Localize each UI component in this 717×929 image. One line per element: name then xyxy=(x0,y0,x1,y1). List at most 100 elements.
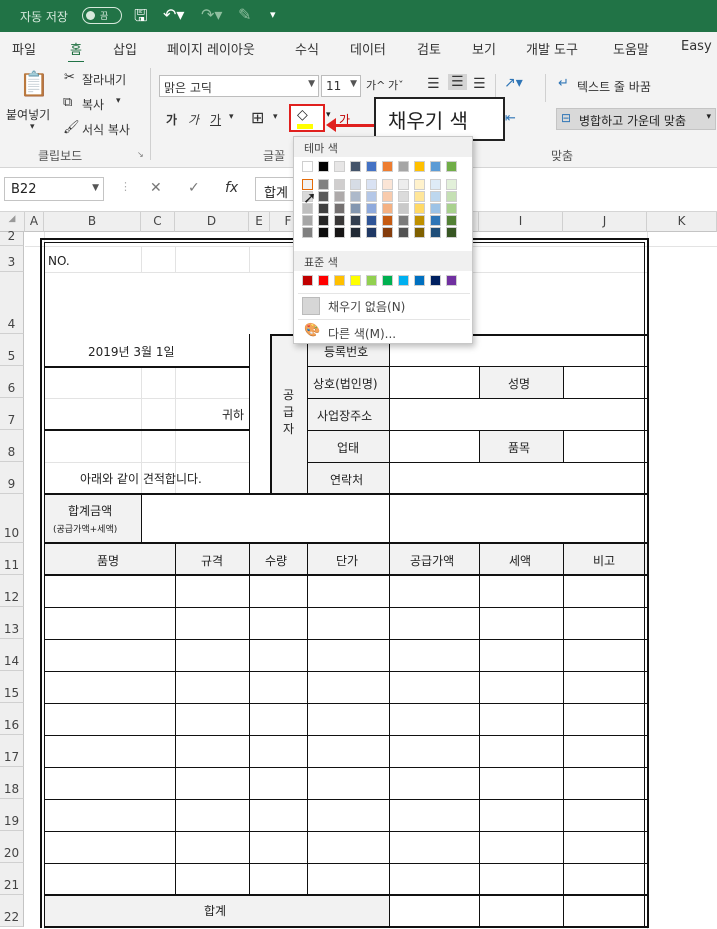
standard-color-swatch[interactable] xyxy=(302,275,313,286)
theme-color-swatch[interactable] xyxy=(334,161,345,172)
tab-home[interactable]: 홈 xyxy=(68,39,84,64)
theme-color-shade-swatch[interactable] xyxy=(414,227,425,238)
tab-easy[interactable]: Easy xyxy=(681,39,712,54)
indent-icon[interactable]: ⇤ xyxy=(505,111,516,126)
standard-color-swatch[interactable] xyxy=(398,275,409,286)
theme-color-swatch[interactable] xyxy=(398,161,409,172)
align-top-icon[interactable]: ☰ xyxy=(427,76,440,92)
theme-color-shade-swatch[interactable] xyxy=(302,227,313,238)
theme-color-shade-swatch[interactable] xyxy=(318,191,329,202)
theme-color-shade-swatch[interactable] xyxy=(334,215,345,226)
font-name-combo[interactable]: 맑은 고딕 ▼ xyxy=(159,75,319,97)
redo-icon[interactable]: ↷▾ xyxy=(201,5,222,24)
theme-color-shade-swatch[interactable] xyxy=(366,191,377,202)
no-fill-item[interactable]: 채우기 없음(N) xyxy=(298,293,470,315)
bold-button[interactable]: 가 xyxy=(166,111,177,128)
brush-icon[interactable]: ✎ xyxy=(238,5,251,24)
orientation-icon[interactable]: ↗▾ xyxy=(504,75,523,91)
copy-button[interactable]: 복사 xyxy=(82,96,104,113)
theme-color-shade-swatch[interactable] xyxy=(382,191,393,202)
col-header-b[interactable]: B xyxy=(44,212,141,232)
row-header[interactable]: 6 xyxy=(0,366,24,398)
theme-color-shade-swatch[interactable] xyxy=(430,215,441,226)
col-header-d[interactable]: D xyxy=(175,212,249,232)
theme-color-shade-swatch[interactable] xyxy=(350,191,361,202)
col-header-c[interactable]: C xyxy=(141,212,175,232)
theme-color-shade-swatch[interactable] xyxy=(366,179,377,190)
tab-insert[interactable]: 삽입 xyxy=(113,39,137,58)
theme-color-swatch[interactable] xyxy=(350,161,361,172)
align-middle-icon[interactable]: ☰ xyxy=(448,74,467,90)
format-painter-button[interactable]: 서식 복사 xyxy=(82,121,130,138)
dialog-launcher-icon[interactable]: ↘ xyxy=(137,150,144,159)
border-icon[interactable]: ⊞ xyxy=(251,108,264,127)
standard-color-swatch[interactable] xyxy=(350,275,361,286)
row-header[interactable]: 4 xyxy=(0,272,24,334)
wrap-text-button[interactable]: 텍스트 줄 바꿈 xyxy=(577,78,651,95)
more-colors-item[interactable]: 🎨 다른 색(M)... xyxy=(298,319,470,341)
theme-color-swatch[interactable] xyxy=(446,161,457,172)
customize-icon[interactable]: ▾ xyxy=(270,8,276,21)
theme-color-shade-swatch[interactable] xyxy=(318,203,329,214)
row-header[interactable]: 11 xyxy=(0,543,24,575)
theme-color-shade-swatch[interactable] xyxy=(398,191,409,202)
enter-icon[interactable]: ✓ xyxy=(188,180,200,196)
standard-color-swatch[interactable] xyxy=(414,275,425,286)
row-header[interactable]: 9 xyxy=(0,462,24,494)
tab-help[interactable]: 도움말 xyxy=(613,39,649,58)
theme-color-shade-swatch[interactable] xyxy=(430,203,441,214)
fill-color-button[interactable]: ◇ xyxy=(289,104,325,132)
date-cell[interactable]: 2019년 3월 1일 xyxy=(88,343,175,360)
theme-color-shade-swatch[interactable] xyxy=(414,215,425,226)
theme-color-shade-swatch[interactable] xyxy=(334,227,345,238)
theme-color-swatch[interactable] xyxy=(414,161,425,172)
theme-color-shade-swatch[interactable] xyxy=(334,203,345,214)
theme-color-shade-swatch[interactable] xyxy=(398,203,409,214)
underline-dropdown-icon[interactable]: ▾ xyxy=(229,112,234,122)
name-box[interactable]: B22 ▼ xyxy=(4,177,104,201)
theme-color-shade-swatch[interactable] xyxy=(398,215,409,226)
theme-color-shade-swatch[interactable] xyxy=(446,191,457,202)
cut-button[interactable]: 잘라내기 xyxy=(82,71,126,88)
row-header[interactable]: 16 xyxy=(0,703,24,735)
row-header[interactable]: 3 xyxy=(0,246,24,272)
tab-data[interactable]: 데이터 xyxy=(350,39,386,58)
cut-icon[interactable]: ✂ xyxy=(64,70,75,85)
theme-color-swatch[interactable] xyxy=(430,161,441,172)
row-header[interactable]: 15 xyxy=(0,671,24,703)
tab-developer[interactable]: 개발 도구 xyxy=(526,39,578,58)
theme-color-shade-swatch[interactable] xyxy=(446,179,457,190)
merge-center-button[interactable]: ⊟ 병합하고 가운데 맞춤 ▾ xyxy=(556,108,716,130)
theme-color-shade-swatch[interactable] xyxy=(430,179,441,190)
row-header[interactable]: 10 xyxy=(0,494,24,543)
theme-color-shade-swatch[interactable] xyxy=(446,227,457,238)
theme-color-shade-swatch[interactable] xyxy=(318,179,329,190)
theme-color-shade-swatch[interactable] xyxy=(334,191,345,202)
tab-view[interactable]: 보기 xyxy=(472,39,496,58)
standard-color-swatch[interactable] xyxy=(366,275,377,286)
theme-color-shade-swatch[interactable] xyxy=(366,215,377,226)
theme-color-shade-swatch[interactable] xyxy=(414,179,425,190)
standard-color-swatch[interactable] xyxy=(334,275,345,286)
theme-color-shade-swatch[interactable] xyxy=(382,203,393,214)
paste-button[interactable]: 붙여넣기 xyxy=(6,106,50,123)
row-header[interactable]: 12 xyxy=(0,575,24,607)
theme-color-shade-swatch[interactable] xyxy=(318,227,329,238)
theme-color-shade-swatch[interactable] xyxy=(446,215,457,226)
row-header[interactable]: 21 xyxy=(0,863,24,895)
theme-color-shade-swatch[interactable] xyxy=(398,179,409,190)
paste-icon[interactable]: 📋 xyxy=(19,70,49,98)
copy-icon[interactable]: ⧉ xyxy=(63,95,72,110)
theme-color-shade-swatch[interactable] xyxy=(414,203,425,214)
increase-font-button[interactable]: 가^ xyxy=(366,77,385,93)
underline-button[interactable]: 가 xyxy=(210,111,221,128)
theme-color-shade-swatch[interactable] xyxy=(350,203,361,214)
theme-color-shade-swatch[interactable] xyxy=(366,203,377,214)
col-header-a[interactable]: A xyxy=(25,212,44,232)
standard-color-swatch[interactable] xyxy=(382,275,393,286)
border-dropdown-icon[interactable]: ▾ xyxy=(273,112,278,122)
undo-icon[interactable]: ↶▾ xyxy=(163,5,184,24)
row-header[interactable]: 18 xyxy=(0,767,24,799)
tab-review[interactable]: 검토 xyxy=(417,39,441,58)
row-header[interactable]: 20 xyxy=(0,831,24,863)
